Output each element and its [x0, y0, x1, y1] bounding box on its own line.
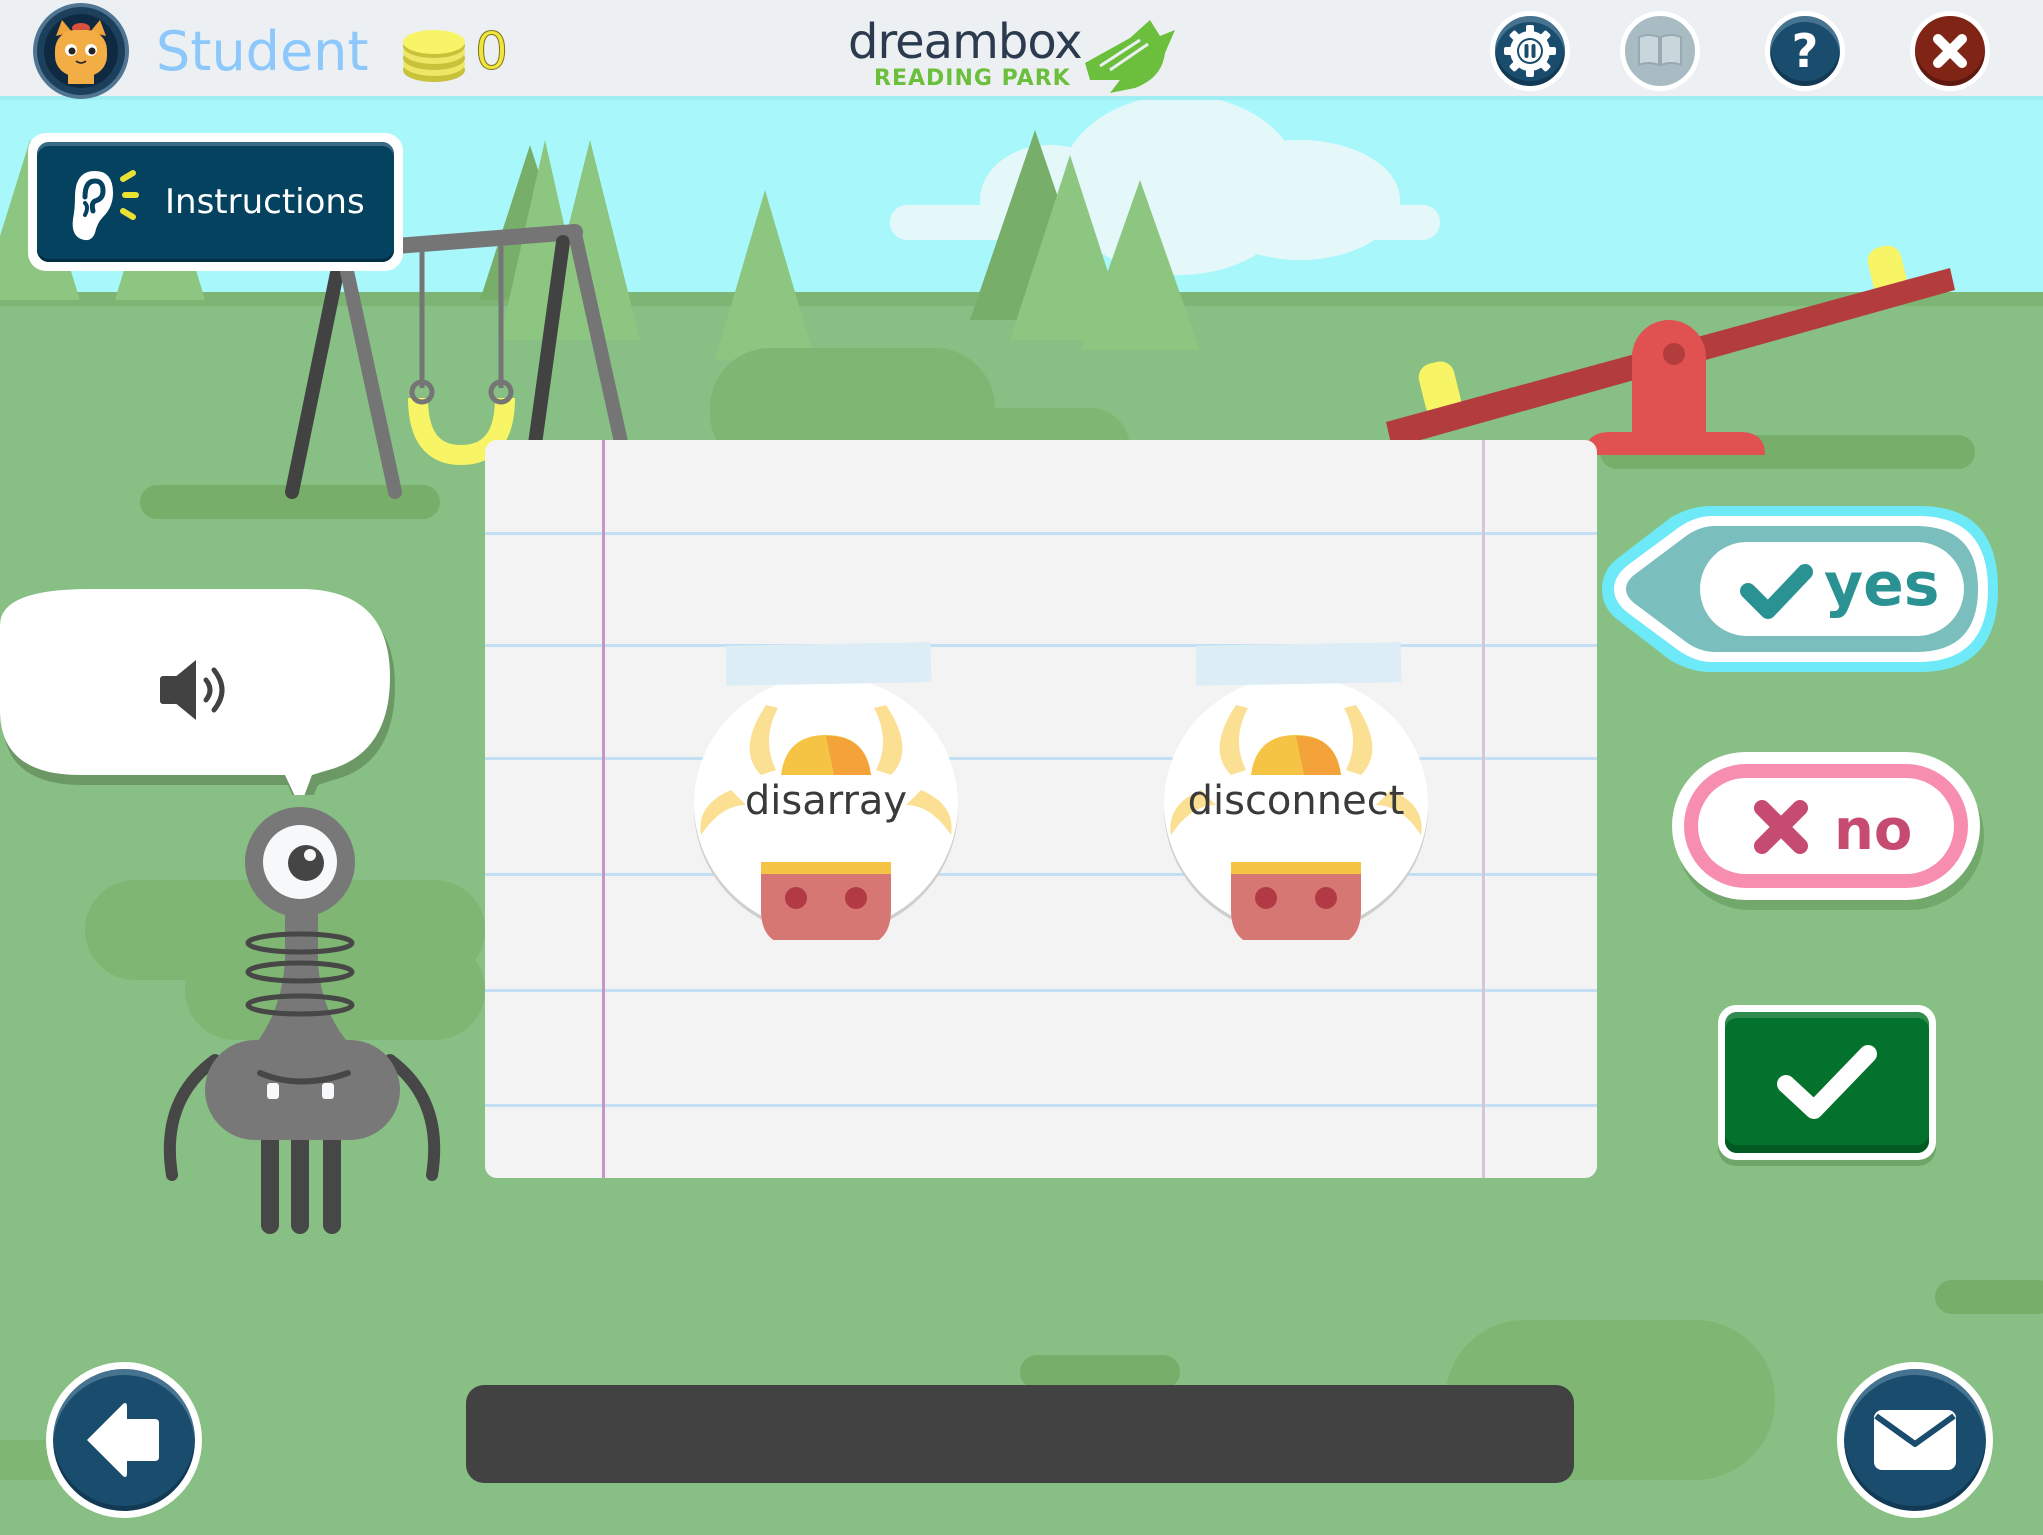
close-button[interactable] — [1910, 11, 1990, 91]
yes-label: yes — [1824, 550, 1940, 620]
margin-line-right — [1482, 440, 1485, 1178]
back-button[interactable] — [46, 1362, 202, 1518]
coin-stack-icon — [403, 30, 465, 82]
word-text: disarray — [744, 778, 908, 824]
no-button[interactable]: no — [1670, 750, 1988, 912]
word-text: disconnect — [1187, 778, 1405, 824]
instructions-button[interactable]: Instructions — [28, 133, 403, 271]
pause-settings-button[interactable] — [1490, 11, 1570, 91]
speech-bubble-audio-button[interactable] — [0, 585, 395, 795]
word-token-2[interactable]: disconnect — [1156, 640, 1436, 946]
mail-button[interactable] — [1837, 1362, 1993, 1518]
rule-line — [485, 989, 1597, 992]
book-button[interactable] — [1620, 11, 1700, 91]
gear-pause-icon — [1504, 25, 1556, 77]
coin-count: 0 — [474, 22, 509, 83]
dreambox-logo: dreambox READING PARK — [848, 14, 1188, 94]
mail-icon — [1874, 1410, 1956, 1470]
close-icon — [1933, 34, 1967, 68]
no-label: no — [1834, 798, 1913, 863]
margin-line-left — [602, 440, 605, 1178]
submit-button[interactable] — [1718, 1005, 1936, 1160]
checkmark-icon — [1777, 1044, 1877, 1119]
user-name: Student — [156, 20, 369, 83]
ground-shadow — [1020, 1355, 1180, 1389]
book-bird-icon — [1085, 20, 1175, 93]
logo-product-text: READING PARK — [874, 66, 1071, 91]
arrow-left-icon — [87, 1403, 159, 1477]
rule-line — [485, 532, 1597, 535]
seesaw — [1386, 245, 1955, 455]
no-button-shape — [1672, 752, 1984, 910]
notebook-card: disarray disconnect — [485, 440, 1597, 1178]
cat-avatar-icon — [44, 14, 118, 88]
ear-sound-icon — [72, 170, 139, 241]
book-icon — [1638, 34, 1682, 67]
cloud — [890, 95, 1440, 275]
instructions-label: Instructions — [165, 182, 365, 222]
word-token-1[interactable]: disarray — [686, 640, 966, 946]
instructions-button-face: Instructions — [37, 142, 394, 262]
yes-button[interactable]: yes — [1600, 500, 2000, 678]
submit-button-face — [1725, 1012, 1929, 1153]
question-icon: ? — [1791, 24, 1819, 78]
yes-button-shape — [1602, 506, 1998, 672]
rule-line — [485, 1104, 1597, 1107]
ground-shadow — [1935, 1280, 2043, 1314]
progress-bar — [466, 1385, 1574, 1483]
help-button[interactable]: ? — [1765, 11, 1845, 91]
avatar[interactable] — [33, 3, 129, 99]
top-bar: Student 0 dreambox READING PARK ? — [0, 0, 2043, 100]
logo-brand-text: dreambox — [848, 14, 1083, 70]
